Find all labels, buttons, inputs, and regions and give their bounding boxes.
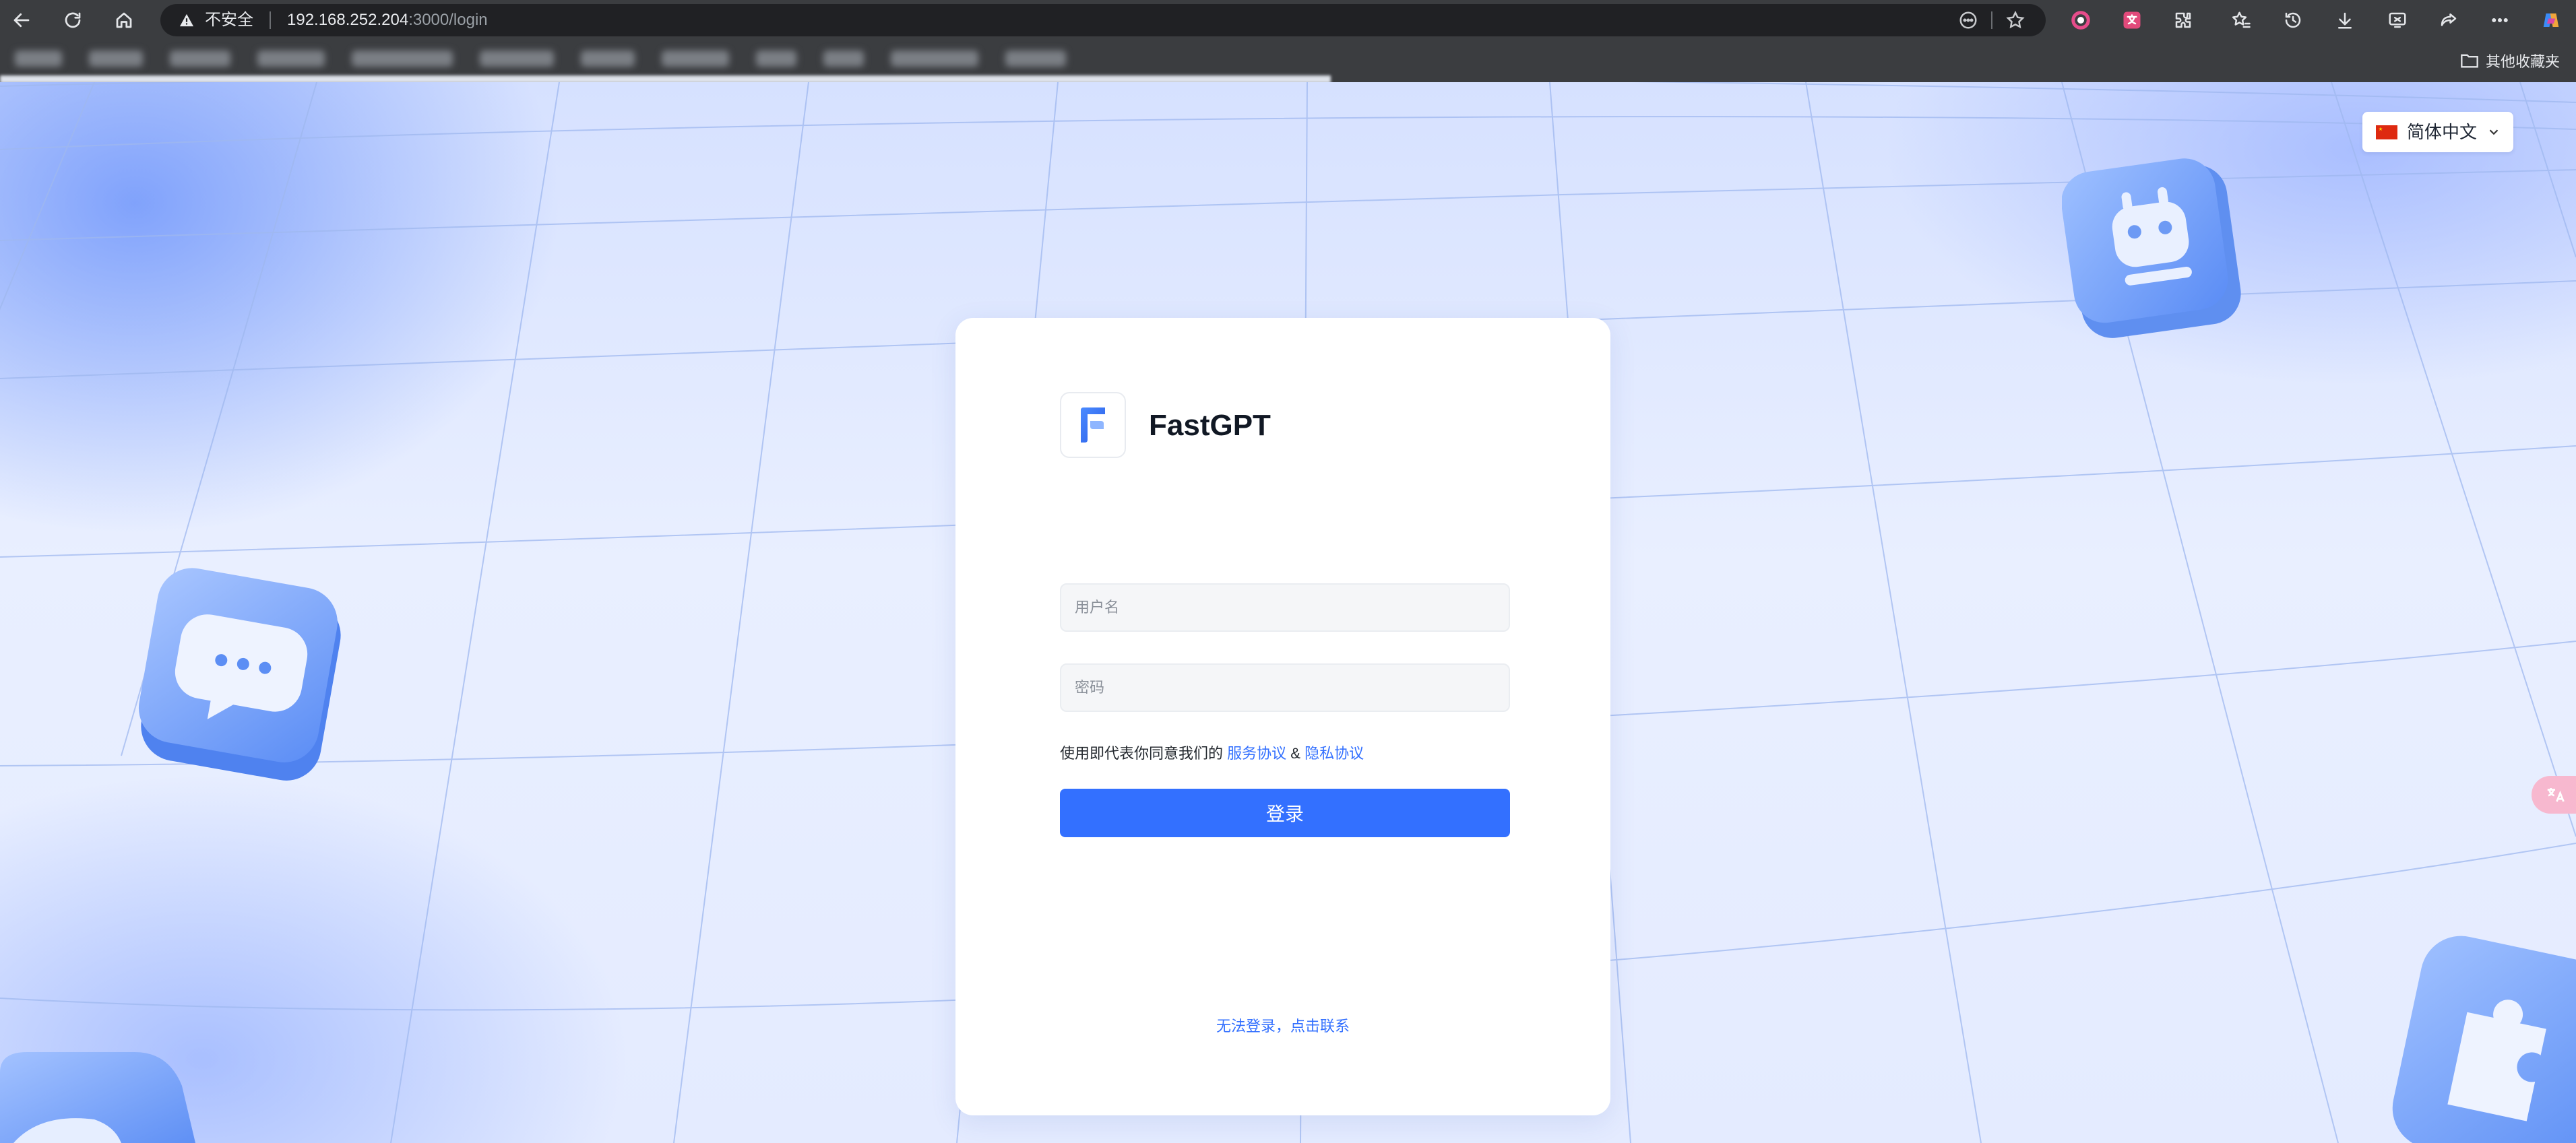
login-card: FastGPT 使用即代表你同意我们的 服务协议 & 隐私协议 登录 无法登录，…: [955, 318, 1610, 1115]
address-bar[interactable]: 不安全 192.168.252.204:3000/login: [160, 4, 2046, 36]
robot-deco-icon: [2062, 158, 2241, 338]
url-host: 192.168.252.204: [287, 11, 409, 29]
login-button[interactable]: 登录: [1060, 789, 1510, 837]
terms-link[interactable]: 服务协议: [1227, 745, 1286, 762]
browser-toolbar: 不安全 192.168.252.204:3000/login: [0, 0, 2576, 40]
bookmarks-blurred: [0, 47, 1331, 70]
extensions-puzzle-icon[interactable]: [2171, 8, 2195, 32]
logo: [1060, 392, 1126, 458]
chevron-down-icon: [2489, 129, 2499, 135]
fastgpt-logo-icon: [1081, 407, 1105, 443]
address-divider: [270, 11, 271, 29]
favorite-star-icon[interactable]: [2005, 10, 2025, 30]
home-icon[interactable]: [109, 5, 139, 35]
url-text[interactable]: 192.168.252.204:3000/login: [287, 12, 488, 28]
history-icon[interactable]: [2281, 8, 2305, 32]
brand-name: FastGPT: [1149, 409, 1271, 442]
copilot-icon[interactable]: [2539, 8, 2563, 32]
color-extension-icon[interactable]: [2069, 8, 2093, 32]
translate-side-button[interactable]: [2532, 776, 2576, 814]
china-flag-icon: [2376, 125, 2397, 139]
language-selector[interactable]: 简体中文: [2362, 112, 2513, 152]
reload-icon[interactable]: [58, 5, 88, 35]
warning-icon[interactable]: [179, 13, 194, 28]
agreement-prefix: 使用即代表你同意我们的: [1060, 745, 1224, 762]
username-input[interactable]: [1060, 583, 1510, 632]
chat-bubble-deco-icon: [138, 568, 341, 781]
reading-mode-icon[interactable]: [1958, 10, 1978, 30]
share-icon[interactable]: [2437, 8, 2461, 32]
translate-icon: [2547, 788, 2565, 802]
address-divider-2: [1991, 11, 1992, 29]
puzzle-deco-icon: [2392, 936, 2576, 1143]
screenshot-icon[interactable]: [2385, 8, 2410, 32]
translate-extension-icon[interactable]: [2120, 8, 2144, 32]
agreement-and: &: [1290, 745, 1300, 762]
password-input[interactable]: [1060, 663, 1510, 712]
url-path: :3000/login: [408, 11, 488, 29]
other-bookmarks[interactable]: 其他收藏夹: [2460, 50, 2560, 71]
downloads-icon[interactable]: [2333, 8, 2357, 32]
other-bookmarks-label: 其他收藏夹: [2485, 53, 2560, 70]
security-label[interactable]: 不安全: [205, 12, 253, 28]
language-label: 简体中文: [2407, 122, 2478, 142]
corner-deco-shape: [0, 1052, 195, 1143]
back-icon[interactable]: [7, 5, 36, 35]
contact-link[interactable]: 无法登录，点击联系: [955, 1018, 1610, 1035]
login-page: 简体中文 FastGPT 使用即代表你同意我们的 服务协议 & 隐私协议 登录 …: [0, 82, 2576, 1143]
browser-chrome: 不安全 192.168.252.204:3000/login 其他收藏夹: [0, 0, 2576, 84]
more-menu-icon[interactable]: [2488, 8, 2512, 32]
privacy-link[interactable]: 隐私协议: [1305, 745, 1364, 762]
folder-icon: [2461, 54, 2478, 68]
agreement-text: 使用即代表你同意我们的 服务协议 & 隐私协议: [1060, 746, 1364, 762]
favorites-icon[interactable]: [2229, 8, 2253, 32]
